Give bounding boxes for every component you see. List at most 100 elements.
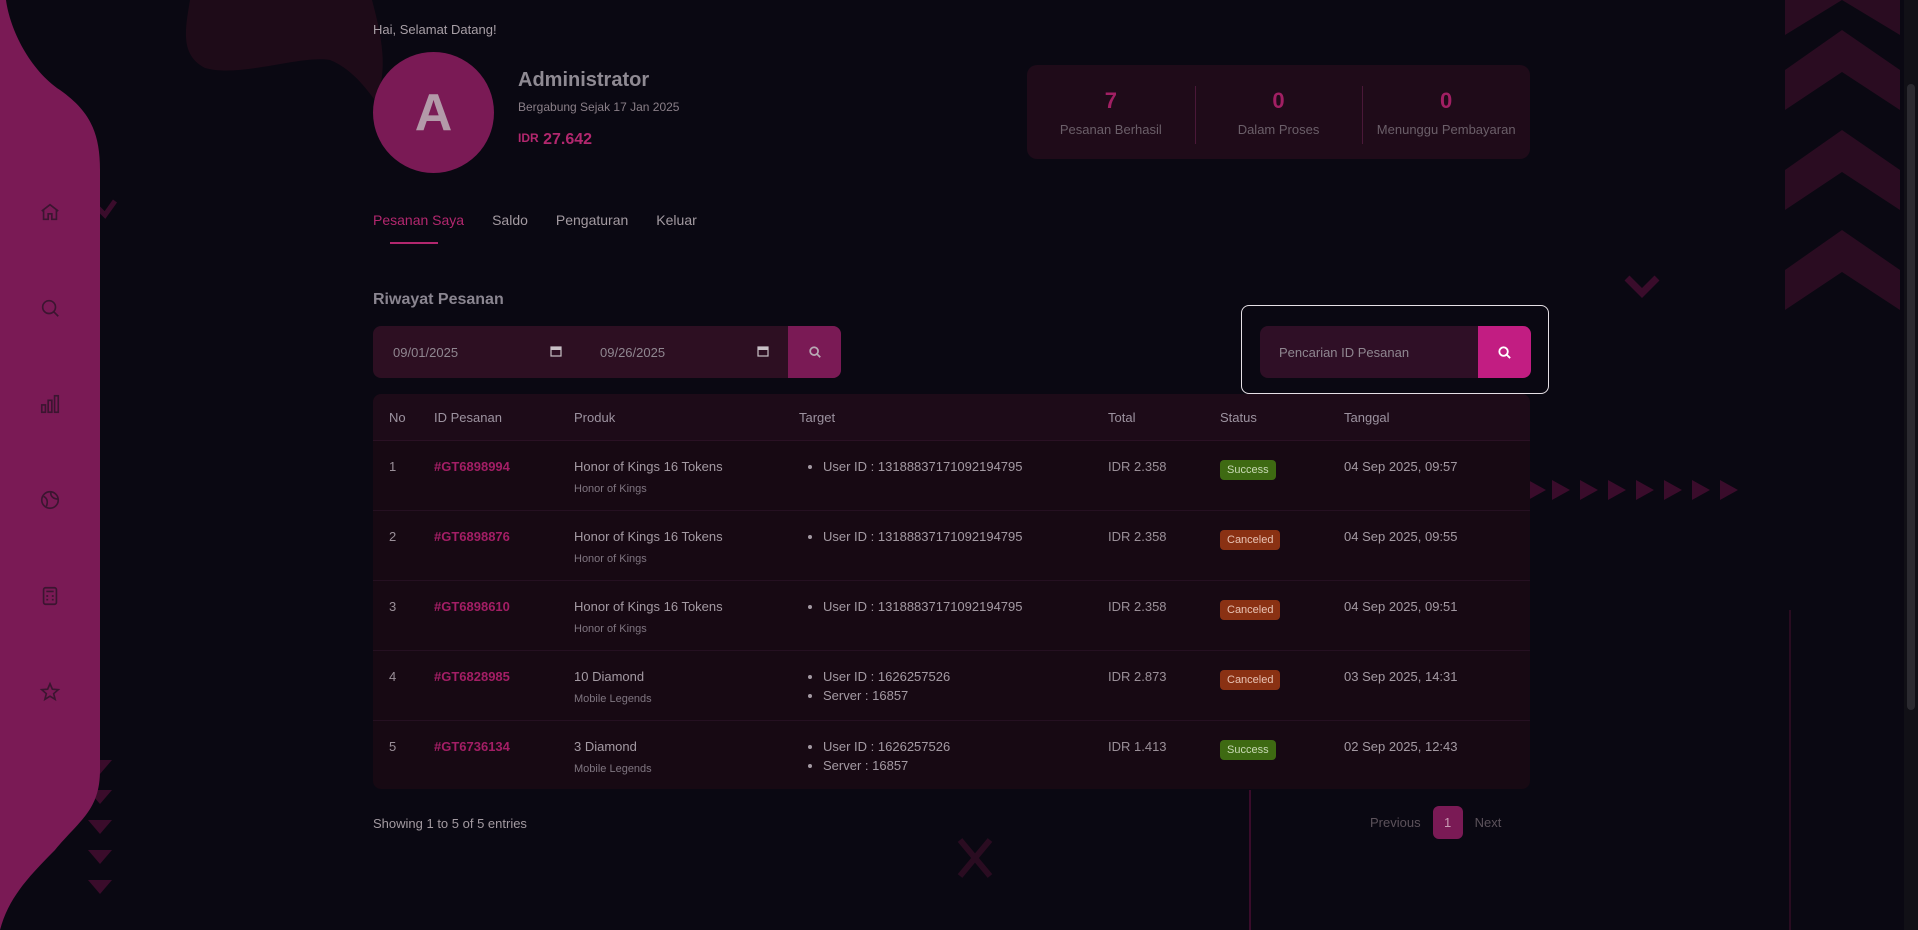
cell-total: IDR 1.413 — [1108, 739, 1167, 754]
tab-logout[interactable]: Keluar — [656, 212, 696, 228]
section-title: Riwayat Pesanan — [373, 291, 504, 308]
order-id-search-button[interactable] — [1478, 326, 1531, 378]
cell-date: 04 Sep 2025, 09:57 — [1344, 459, 1458, 474]
date-to-input[interactable]: 09/26/2025 — [580, 326, 787, 378]
status-badge: Canceled — [1220, 670, 1281, 690]
table-row: 5 #GT6736134 3 Diamond Mobile Legends Us… — [373, 721, 1530, 789]
pagination-next[interactable]: Next — [1475, 815, 1502, 830]
cell-total: IDR 2.873 — [1108, 669, 1167, 684]
order-id-link[interactable]: #GT6898876 — [434, 529, 574, 544]
date-to-value: 09/26/2025 — [600, 344, 666, 360]
product-name: 3 Diamond — [574, 739, 637, 754]
cell-target: User ID : 13188837171092194795 — [799, 459, 1108, 478]
pagination-previous[interactable]: Previous — [1370, 815, 1421, 830]
profile-tabs: Pesanan Saya Saldo Pengaturan Keluar — [373, 212, 697, 244]
search-icon — [808, 346, 821, 358]
calculator-icon[interactable] — [36, 582, 64, 610]
stat-awaiting-payment: 0 Menunggu Pembayaran — [1362, 85, 1530, 144]
greeting-text: Hai, Selamat Datang! — [373, 22, 497, 37]
target-item: User ID : 1626257526 — [823, 669, 1108, 684]
chart-icon[interactable] — [36, 390, 64, 418]
tab-my-orders[interactable]: Pesanan Saya — [373, 212, 464, 244]
table-row: 3 #GT6898610 Honor of Kings 16 Tokens Ho… — [373, 581, 1530, 651]
product-name: Honor of Kings 16 Tokens — [574, 529, 723, 544]
cell-status: Success — [1220, 459, 1344, 480]
column-header-product: Produk — [574, 409, 616, 425]
cell-target: User ID : 1626257526 Server : 16857 — [799, 669, 1108, 707]
stat-label: Pesanan Berhasil — [1059, 121, 1162, 137]
date-filter-search-button[interactable] — [788, 326, 841, 378]
calendar-icon[interactable] — [550, 345, 562, 360]
scrollbar-thumb[interactable] — [1907, 84, 1915, 710]
globe-icon[interactable] — [36, 486, 64, 514]
product-game: Mobile Legends — [574, 763, 652, 775]
stat-in-process: 0 Dalam Proses — [1194, 85, 1363, 144]
cell-date: 03 Sep 2025, 14:31 — [1344, 669, 1458, 684]
cell-date: 02 Sep 2025, 12:43 — [1344, 739, 1458, 754]
stat-success: 7 Pesanan Berhasil — [1027, 88, 1195, 137]
stat-label: Menunggu Pembayaran — [1376, 121, 1516, 137]
column-header-status: Status — [1220, 409, 1257, 425]
cell-status: Canceled — [1220, 669, 1344, 690]
date-from-input[interactable]: 09/01/2025 — [373, 326, 580, 378]
cell-target: User ID : 13188837171092194795 — [799, 599, 1108, 618]
product-game: Honor of Kings — [574, 553, 647, 565]
order-id-search-input[interactable] — [1260, 326, 1478, 378]
table-row: 2 #GT6898876 Honor of Kings 16 Tokens Ho… — [373, 511, 1530, 581]
cell-status: Success — [1220, 739, 1344, 760]
page-scrollbar[interactable] — [1904, 0, 1918, 930]
cell-status: Canceled — [1220, 599, 1344, 620]
cell-product: Honor of Kings 16 Tokens Honor of Kings — [574, 529, 799, 565]
cell-status: Canceled — [1220, 529, 1344, 550]
search-icon[interactable] — [36, 294, 64, 322]
product-name: Honor of Kings 16 Tokens — [574, 459, 723, 474]
cell-target: User ID : 13188837171092194795 — [799, 529, 1108, 548]
table-row: 1 #GT6898994 Honor of Kings 16 Tokens Ho… — [373, 441, 1530, 511]
order-id-link[interactable]: #GT6828985 — [434, 669, 574, 684]
tab-balance[interactable]: Saldo — [492, 212, 528, 228]
tab-settings[interactable]: Pengaturan — [556, 212, 628, 228]
order-id-search — [1241, 305, 1549, 394]
status-badge: Canceled — [1220, 600, 1281, 620]
cell-total: IDR 2.358 — [1108, 599, 1167, 614]
cell-total: IDR 2.358 — [1108, 529, 1167, 544]
join-date: Bergabung Sejak 17 Jan 2025 — [518, 100, 680, 114]
product-game: Mobile Legends — [574, 693, 652, 705]
cell-no: 3 — [389, 599, 397, 614]
target-item: User ID : 13188837171092194795 — [823, 599, 1108, 614]
order-id-link[interactable]: #GT6898610 — [434, 599, 574, 614]
cell-product: 10 Diamond Mobile Legends — [574, 669, 799, 705]
target-item: User ID : 13188837171092194795 — [823, 529, 1108, 544]
cell-target: User ID : 1626257526 Server : 16857 — [799, 739, 1108, 777]
star-icon[interactable] — [36, 678, 64, 706]
user-name: Administrator — [518, 69, 650, 91]
pagination-page[interactable]: 1 — [1432, 806, 1463, 839]
date-from-value: 09/01/2025 — [393, 344, 459, 360]
home-icon[interactable] — [36, 198, 64, 226]
sidebar-nav — [0, 0, 100, 930]
column-header-total: Total — [1108, 409, 1136, 425]
pagination: Previous 1 Next — [1370, 806, 1501, 839]
table-row: 4 #GT6828985 10 Diamond Mobile Legends U… — [373, 651, 1530, 721]
status-badge: Canceled — [1220, 530, 1281, 550]
target-item: User ID : 13188837171092194795 — [823, 459, 1108, 474]
column-header-no: No — [389, 409, 406, 425]
target-item: Server : 16857 — [823, 758, 1108, 773]
product-name: Honor of Kings 16 Tokens — [574, 599, 723, 614]
cell-no: 4 — [389, 669, 397, 684]
cell-no: 1 — [389, 459, 397, 474]
cell-product: 3 Diamond Mobile Legends — [574, 739, 799, 775]
cell-date: 04 Sep 2025, 09:55 — [1344, 529, 1458, 544]
order-id-link[interactable]: #GT6736134 — [434, 739, 574, 754]
target-item: User ID : 1626257526 — [823, 739, 1108, 754]
calendar-icon[interactable] — [757, 345, 769, 360]
date-filter: 09/01/2025 09/26/2025 — [373, 326, 841, 378]
status-badge: Success — [1220, 740, 1276, 760]
cell-product: Honor of Kings 16 Tokens Honor of Kings — [574, 459, 799, 495]
orders-table: No ID Pesanan Produk Target Total Status… — [373, 394, 1530, 789]
stat-value: 0 — [1440, 87, 1453, 113]
order-stats: 7 Pesanan Berhasil 0 Dalam Proses 0 Menu… — [1027, 65, 1530, 159]
order-id-link[interactable]: #GT6898994 — [434, 459, 574, 474]
product-game: Honor of Kings — [574, 483, 647, 495]
avatar: A — [373, 52, 494, 173]
